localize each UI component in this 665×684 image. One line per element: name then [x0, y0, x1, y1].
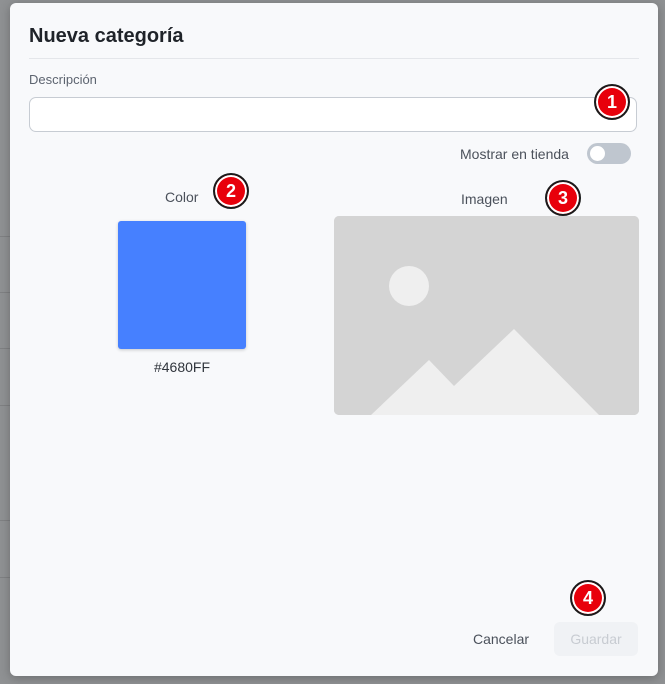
- annotation-badge-4: 4: [570, 580, 606, 616]
- title-divider: [29, 58, 639, 59]
- image-upload-area[interactable]: [334, 216, 639, 415]
- color-hex-value: #4680FF: [153, 359, 211, 375]
- description-input[interactable]: [29, 97, 637, 132]
- annotation-badge-1: 1: [594, 84, 630, 120]
- toggle-knob: [590, 146, 605, 161]
- annotation-badge-2: 2: [213, 173, 249, 209]
- cancel-button[interactable]: Cancelar: [461, 622, 541, 656]
- color-label: Color: [165, 189, 199, 205]
- dialog-title: Nueva categoría: [29, 25, 184, 47]
- annotation-badge-3: 3: [545, 180, 581, 216]
- image-label: Imagen: [461, 191, 508, 207]
- image-placeholder-icon: [334, 216, 639, 415]
- show-in-store-toggle[interactable]: [587, 143, 631, 164]
- save-button[interactable]: Guardar: [554, 622, 638, 656]
- new-category-dialog: Nueva categoría Descripción Mostrar en t…: [10, 3, 658, 676]
- show-in-store-label: Mostrar en tienda: [460, 146, 569, 162]
- color-swatch[interactable]: [118, 221, 246, 349]
- description-label: Descripción: [29, 72, 97, 87]
